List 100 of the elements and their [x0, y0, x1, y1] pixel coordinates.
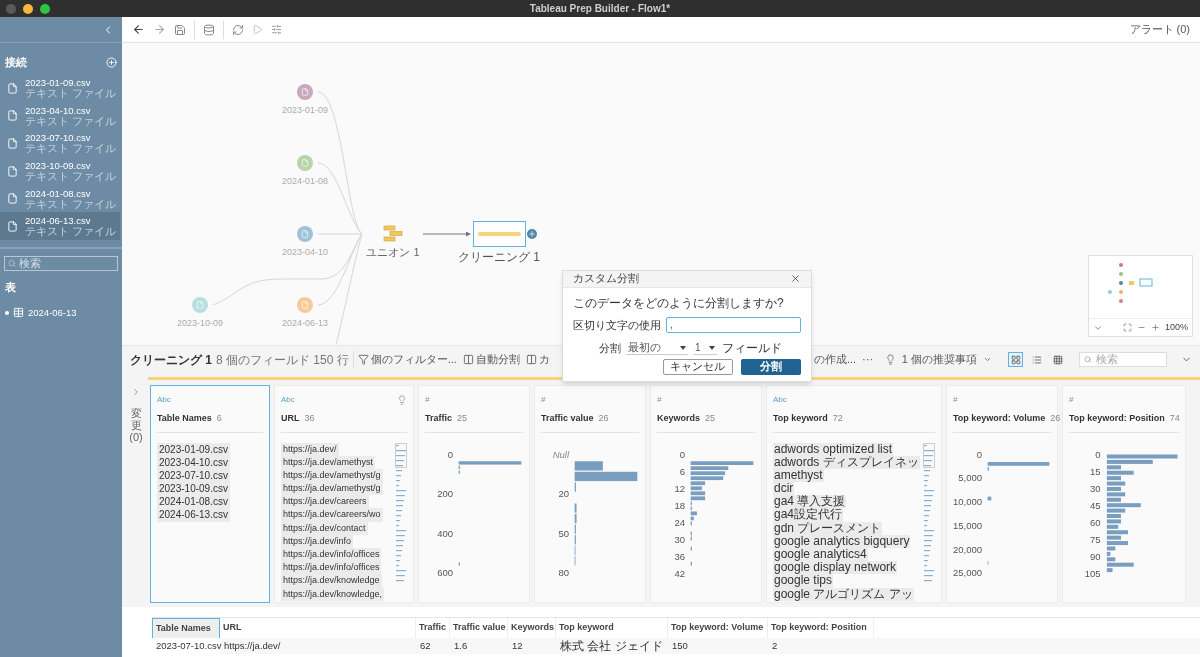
field-value[interactable]: https://ja.dev/amethyst	[281, 455, 376, 469]
field-value[interactable]: google アルゴリズム アッ	[773, 587, 914, 601]
field-value[interactable]: google analytics4	[773, 548, 868, 562]
add-connection-icon[interactable]	[106, 56, 117, 68]
field-value[interactable]: https://ja.dev/knowledge	[281, 574, 382, 588]
file-icon	[196, 301, 204, 309]
split-icon	[462, 354, 474, 365]
node-label: 2024-01-08	[281, 175, 328, 188]
union-node-icon[interactable]	[383, 225, 403, 242]
table-cell-text: 1.6	[453, 638, 469, 653]
file-icon	[301, 301, 309, 309]
column-header[interactable]: Table Names	[152, 618, 220, 638]
connection-item[interactable]: 2023-07-10.csv テキスト ファイル	[0, 129, 120, 158]
data-source-icon[interactable]	[203, 23, 215, 36]
profile-card[interactable]	[274, 385, 414, 603]
input-node[interactable]	[297, 155, 313, 171]
refresh-icon[interactable]	[232, 23, 244, 36]
connection-item[interactable]: 2023-01-09.csv テキスト ファイル	[0, 74, 120, 103]
field-name: Top keyword: Volume	[953, 412, 1046, 425]
field-value[interactable]: 2024-01-08.csv	[157, 495, 230, 509]
profile-card[interactable]: # Traffic value 26 Null 20 50 80	[534, 385, 646, 603]
add-step-button[interactable]	[527, 229, 537, 239]
run-icon[interactable]	[252, 24, 263, 35]
cancel-button[interactable]: キャンセル	[662, 358, 733, 375]
file-icon	[7, 165, 18, 177]
step-action[interactable]: 個のフィルター...	[357, 351, 457, 368]
field-value[interactable]: dcir	[773, 482, 795, 496]
split-button[interactable]: 分割	[740, 358, 801, 375]
save-icon[interactable]	[174, 23, 186, 36]
input-node[interactable]	[297, 297, 313, 313]
field-value[interactable]: google tips	[773, 574, 834, 588]
profile-card[interactable]: # Traffic 25 0 200 400 600	[418, 385, 530, 603]
field-value[interactable]: https://ja.dev/info/offices	[281, 561, 382, 575]
field-value[interactable]: gdn プレースメント	[773, 521, 883, 535]
field-value[interactable]: ga4設定代行	[773, 508, 844, 522]
table-item[interactable]: 2024-06-13	[0, 305, 122, 320]
lightbulb-icon[interactable]	[397, 395, 407, 405]
field-value[interactable]: google display network	[773, 561, 898, 575]
input-node[interactable]	[297, 84, 313, 100]
caret-icon	[983, 355, 992, 364]
search-field[interactable]: 検索	[1079, 352, 1167, 367]
search-icon	[8, 259, 17, 269]
axis-label: 12	[674, 482, 686, 494]
field-value[interactable]: 2023-10-09.csv	[157, 482, 230, 496]
profile-card[interactable]: # Keywords 25 0 6 12 18 24 30 36 42	[650, 385, 762, 603]
profile-card[interactable]: # Top keyword: Position 74 0 15 30 45 60 75 90 105	[1062, 385, 1186, 603]
connection-type: テキスト ファイル	[25, 115, 117, 127]
profile-view-icon	[1010, 354, 1021, 365]
input-node[interactable]	[192, 297, 208, 313]
forward-icon[interactable]	[153, 23, 166, 36]
axis-label: 75	[1090, 533, 1101, 545]
split-mode-dropdown[interactable]: 最初の	[625, 341, 688, 355]
list-view-icon	[1031, 354, 1042, 365]
profile-card[interactable]: Abc Table Names 6 2023-01-09.csv 2023-04-10.csv 2023-07-10.csv 2023-10-09.csv 2024-01-08.csv 2024-06-13.csv	[150, 385, 270, 603]
recommendations-button[interactable]: 1 個の推奨事項	[901, 351, 977, 368]
zoom-level: 100%	[1164, 320, 1188, 334]
field-value[interactable]: https://ja.dev/info/offices	[281, 548, 382, 562]
connection-item[interactable]: 2024-01-08.csv テキスト ファイル	[0, 184, 120, 213]
view-toggle[interactable]	[1008, 352, 1023, 367]
field-label: 分割	[598, 340, 621, 356]
field-value[interactable]: 2024-06-13.csv	[157, 508, 230, 522]
close-icon[interactable]	[789, 273, 801, 284]
fit-icon[interactable]	[1122, 323, 1132, 332]
field-value[interactable]: adwords optimized list	[773, 442, 894, 456]
field-value[interactable]: https://ja.dev/careers	[281, 495, 369, 509]
changes-tab[interactable]: 変更 (0)	[130, 407, 142, 444]
back-icon[interactable]	[132, 23, 145, 36]
field-value[interactable]: https://ja.dev/careers/wo	[281, 508, 383, 522]
field-label: フィールド	[721, 340, 782, 357]
field-value[interactable]: ga4 導入支援	[773, 495, 847, 509]
field-value[interactable]: 2023-01-09.csv	[157, 442, 230, 456]
connection-type: テキスト ファイル	[25, 198, 117, 210]
search-field[interactable]: 検索	[4, 256, 118, 272]
sliders-icon[interactable]	[271, 24, 282, 35]
field-value[interactable]: https://ja.dev/amethyst/g	[281, 482, 383, 496]
step-action[interactable]: カ	[525, 351, 550, 368]
profile-card[interactable]: Abc Top keyword 72 adwords optimized list adwords ディスプレイネッ amethyst dcir ga4 導入支援 ga4設定代行 gdn プレースメント google analytics bigquery google analytics4 google display network google tips google アルゴリズム アッ	[766, 385, 942, 603]
field-value[interactable]: https://ja.dev/	[281, 442, 339, 456]
clean-step-node[interactable]	[472, 221, 526, 247]
axis-label: 5,000	[958, 472, 983, 484]
input-node[interactable]	[297, 226, 313, 242]
window-title: Tableau Prep Builder - Flow1*	[529, 2, 671, 16]
distinct-count: 72	[832, 412, 843, 425]
field-name: Keywords	[657, 412, 700, 425]
step-action[interactable]: ···	[862, 351, 874, 368]
search-input[interactable]: 検索	[1095, 351, 1162, 368]
delimiter-field[interactable]: ,	[665, 316, 801, 333]
search-input[interactable]: 検索	[19, 255, 114, 272]
step-action[interactable]: 自動分割	[462, 351, 520, 368]
node-label: ユニオン 1	[366, 245, 420, 260]
step-action[interactable]: の作成...	[813, 351, 857, 368]
field-name: Traffic	[425, 412, 452, 425]
zoom-in-icon[interactable]	[1150, 323, 1160, 332]
connection-item[interactable]: 2023-04-10.csv テキスト ファイル	[0, 102, 120, 130]
split-count-dropdown[interactable]: 1	[692, 341, 717, 355]
expand-changes-icon[interactable]	[131, 387, 141, 397]
profile-card[interactable]: # Top keyword: Volume 26 0 5,000 10,000 15,000 20,000 25,000	[946, 385, 1058, 603]
connection-item[interactable]: 2024-06-13.csv テキスト ファイル	[0, 212, 120, 241]
alerts-button[interactable]: アラート (0)	[1129, 21, 1190, 38]
connection-item[interactable]: 2023-10-09.csv テキスト ファイル	[0, 157, 120, 185]
